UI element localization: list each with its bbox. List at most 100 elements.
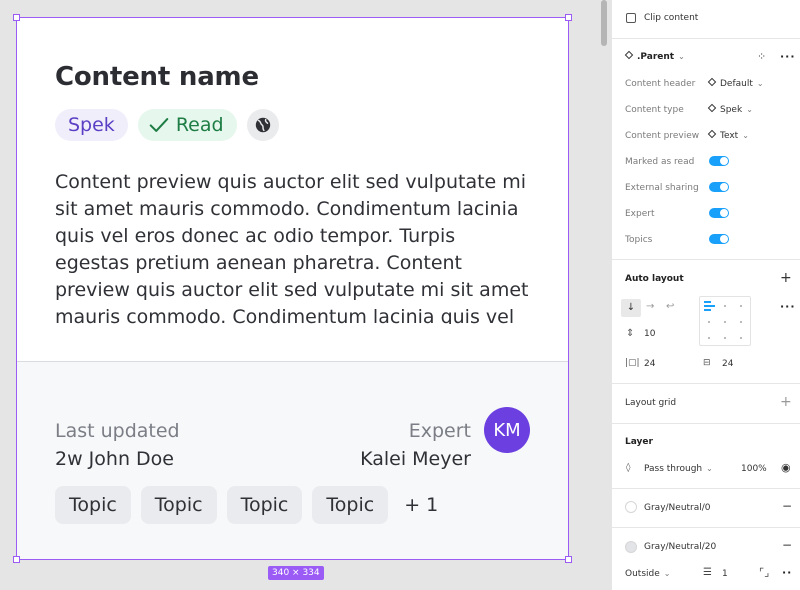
resize-handle-top-right[interactable] [565,14,572,21]
topic-chip[interactable]: Topic [140,486,217,524]
external-sharing-toggle[interactable] [709,182,729,192]
more-options-icon[interactable]: ··· [780,50,796,63]
spek-tag[interactable]: Spek [55,109,128,141]
stroke-weight-value[interactable]: 1 [722,569,728,579]
clip-content-checkbox[interactable] [626,13,636,23]
auto-layout-title: Auto layout [625,274,684,284]
design-canvas[interactable]: Content name Spek Read Content preview q… [0,0,611,590]
stroke-style-name[interactable]: Gray/Neutral/20 [644,542,716,552]
dimensions-badge: 340 × 334 [268,566,324,580]
chevron-down-icon: ⌄ [742,131,749,140]
variant-icon [707,129,717,139]
component-variants-icon[interactable]: ⁘ [757,50,766,63]
resize-handle-bottom-left[interactable] [13,556,20,563]
content-preview-text: Content preview quis auctor elit sed vul… [55,171,529,324]
color-swatch [625,501,637,513]
stroke-swatch-neutral-20[interactable] [625,541,637,553]
content-title: Content name [55,62,259,92]
panel-divider [612,423,800,424]
stroke-sides-icon[interactable]: ⌜⌟ [759,566,769,579]
prop-select-content-type[interactable]: Spek ⌄ [707,103,753,115]
component-instance-icon [624,50,634,60]
canvas-scrollbar-thumb[interactable] [601,0,607,46]
content-card[interactable]: Content name Spek Read Content preview q… [16,17,569,560]
topic-chip[interactable]: Topic [226,486,303,524]
topics-more-count[interactable]: + 1 [398,494,438,516]
panel-divider [612,488,800,489]
alignment-dot[interactable] [740,337,742,339]
vertical-padding-value[interactable]: 24 [722,359,733,369]
remove-fill-minus-icon[interactable]: − [782,499,792,513]
alignment-indicator-icon [704,301,711,303]
direction-vertical-arrow-down-icon[interactable]: ↓ [621,299,641,317]
prop-value: Default [720,79,753,89]
chevron-down-icon: ⌄ [756,79,764,88]
topic-list: Topic Topic Topic Topic + 1 [55,486,438,524]
topic-chip[interactable]: Topic [312,486,389,524]
prop-label-content-type: Content type [625,105,684,115]
auto-layout-more-icon[interactable]: ··· [780,300,796,313]
item-spacing-value[interactable]: 10 [644,329,655,339]
properties-panel: Clip content .Parent ⌄ ⁘ ··· Content head… [611,0,800,590]
marked-as-read-toggle[interactable] [709,156,729,166]
wrap-arrow-icon[interactable]: ↩ [666,301,674,312]
stroke-position-select[interactable]: Outside ⌄ [625,569,670,579]
add-auto-layout-plus-icon[interactable]: + [780,270,792,286]
resize-handle-bottom-right[interactable] [565,556,572,563]
resize-handle-top-left[interactable] [13,14,20,21]
last-updated-value: 2w John Doe [55,448,174,470]
panel-divider [612,527,800,528]
chevron-down-icon: ⌄ [663,569,671,578]
panel-divider [612,259,800,260]
alignment-dot[interactable] [740,305,742,307]
remove-stroke-minus-icon[interactable]: − [782,538,792,552]
stroke-weight-icon: ☰ [703,567,712,578]
component-name: .Parent [637,52,675,62]
expert-toggle[interactable] [709,208,729,218]
prop-value: Spek [720,105,743,115]
prop-select-content-preview[interactable]: Text ⌄ [707,129,749,141]
topics-toggle[interactable] [709,234,729,244]
chevron-down-icon: ⌄ [746,105,753,114]
add-layout-grid-plus-icon[interactable]: + [780,394,792,410]
topic-chip[interactable]: Topic [55,486,131,524]
alignment-dot[interactable] [724,305,726,307]
read-tag[interactable]: Read [137,109,237,141]
tag-row: Spek Read [55,109,279,141]
stroke-more-icon[interactable]: ·· [782,566,792,579]
chevron-down-icon: ⌄ [706,464,713,473]
expert-avatar[interactable]: KM [484,407,530,453]
toggle-label-marked-as-read: Marked as read [625,157,695,167]
alignment-dot[interactable] [708,321,710,323]
prop-select-content-header[interactable]: Default ⌄ [707,77,764,89]
horizontal-padding-icon: |▢| [625,358,640,368]
card-footer-section: Last updated 2w John Doe Expert Kalei Me… [16,362,569,560]
alignment-grid[interactable] [699,296,751,346]
last-updated-label: Last updated [55,420,180,442]
alignment-dot[interactable] [740,321,742,323]
layer-opacity-value[interactable]: 100% [741,464,767,474]
eye-visibility-icon[interactable]: ◉ [781,461,791,474]
canvas-scrollbar[interactable] [598,0,610,590]
fill-style-name[interactable]: Gray/Neutral/0 [644,503,711,513]
prop-value: Text [720,131,739,141]
alignment-dot[interactable] [724,321,726,323]
panel-divider [612,38,800,39]
layer-title: Layer [625,437,653,447]
vertical-padding-icon: ⊟ [703,358,711,368]
toggle-label-topics: Topics [625,235,653,245]
item-spacing-icon: ⇕ [626,328,635,339]
toggle-label-expert: Expert [625,209,655,219]
fill-swatch-neutral-0[interactable] [625,501,637,513]
direction-horizontal-arrow-right-icon[interactable]: → [646,301,654,312]
blend-mode-select[interactable]: Pass through ⌄ [644,464,713,474]
alignment-dot[interactable] [708,337,710,339]
horizontal-padding-value[interactable]: 24 [644,359,655,369]
checkmark-icon [149,118,169,132]
clip-content-row[interactable]: Clip content [626,13,698,23]
alignment-dot[interactable] [724,337,726,339]
blend-mode-drop-icon: ◊ [626,463,631,473]
expert-label: Expert [408,420,471,442]
external-sharing-button[interactable] [246,109,279,141]
component-instance-row[interactable]: .Parent ⌄ [624,50,685,62]
